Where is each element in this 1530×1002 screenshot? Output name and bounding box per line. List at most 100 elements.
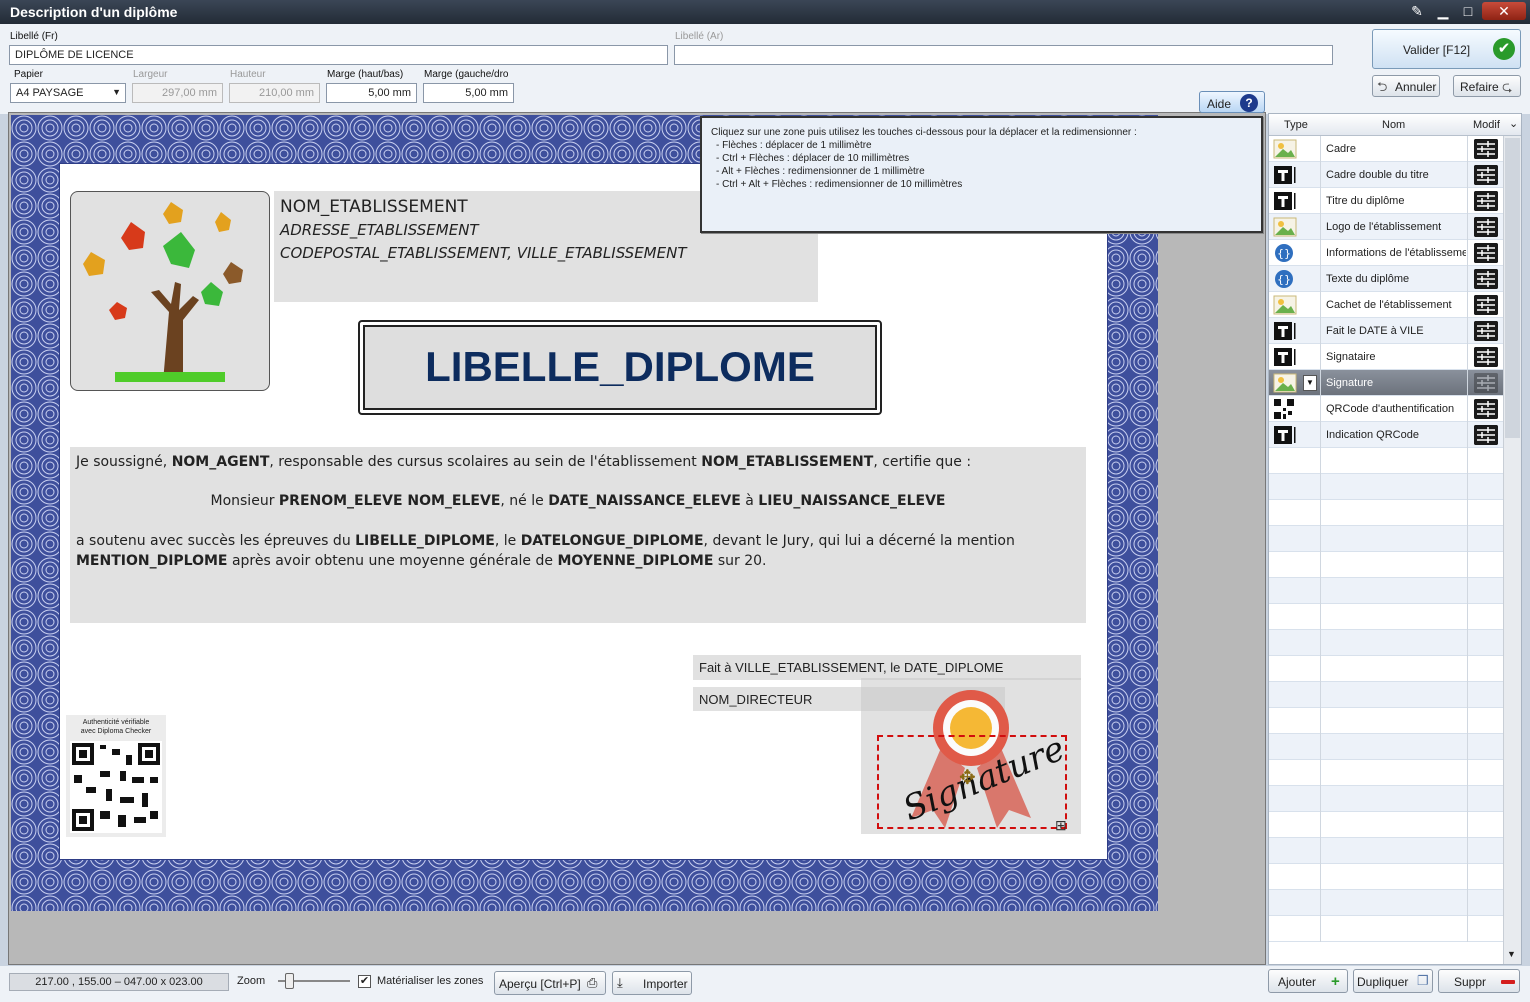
design-canvas[interactable]: NOM_ETABLISSEMENT ADRESSE_ETABLISSEMENT … [8, 112, 1266, 965]
list-item[interactable] [1269, 708, 1503, 734]
image-type-icon [1273, 217, 1297, 237]
list-item[interactable] [1269, 526, 1503, 552]
list-item[interactable]: {} Informations de l'établissemen [1269, 240, 1503, 266]
diploma-text-zone[interactable]: Je soussigné, NOM_AGENT, responsable des… [70, 447, 1086, 623]
qr-type-icon [1273, 399, 1297, 419]
add-button[interactable]: Ajouter + [1268, 969, 1348, 993]
zoom-slider-thumb[interactable] [285, 973, 294, 989]
list-item[interactable] [1269, 630, 1503, 656]
modif-cell [1467, 604, 1503, 630]
margin-h-input[interactable]: 5,00 mm [423, 83, 514, 103]
settings-sliders-icon[interactable] [1474, 321, 1498, 341]
list-item[interactable] [1269, 448, 1503, 474]
import-button[interactable]: ⤓ Importer [612, 971, 692, 995]
minimize-button[interactable]: ▁ [1430, 2, 1456, 20]
qr-zone[interactable]: Authenticité vérifiable avec Diploma Chec… [66, 715, 166, 837]
diploma-frame[interactable]: NOM_ETABLISSEMENT ADRESSE_ETABLISSEMENT … [11, 115, 1158, 911]
date-place-zone[interactable]: Fait à VILLE_ETABLISSEMENT, le DATE_DIPL… [693, 655, 1081, 680]
height-input[interactable]: 210,00 mm [229, 83, 320, 103]
list-item[interactable]: QRCode d'authentification [1269, 396, 1503, 422]
list-item[interactable] [1269, 760, 1503, 786]
list-item[interactable] [1269, 500, 1503, 526]
settings-sliders-icon[interactable] [1474, 269, 1498, 289]
list-item[interactable]: Cadre [1269, 136, 1503, 162]
width-input[interactable]: 297,00 mm [132, 83, 223, 103]
list-item[interactable] [1269, 838, 1503, 864]
close-button[interactable]: ✕ [1482, 2, 1526, 20]
list-item[interactable]: ▼ Signature [1269, 370, 1503, 396]
brush-icon[interactable]: ✎ [1404, 2, 1430, 20]
settings-sliders-icon[interactable] [1474, 191, 1498, 211]
list-item[interactable] [1269, 916, 1503, 942]
show-zones-checkbox[interactable]: ✔ [358, 975, 371, 988]
margin-v-input[interactable]: 5,00 mm [326, 83, 417, 103]
list-item[interactable] [1269, 656, 1503, 682]
list-item[interactable]: Signataire [1269, 344, 1503, 370]
duplicate-button[interactable]: Dupliquer ❐ [1353, 969, 1433, 993]
settings-sliders-icon[interactable] [1474, 347, 1498, 367]
modif-cell [1467, 136, 1503, 162]
show-zones-label: Matérialiser les zones [377, 975, 484, 987]
cancel-button[interactable]: ⮌ Annuler [1372, 75, 1440, 97]
list-item[interactable] [1269, 578, 1503, 604]
list-item[interactable] [1269, 474, 1503, 500]
label-ar-input[interactable] [674, 45, 1333, 65]
list-item[interactable] [1269, 812, 1503, 838]
paper-select[interactable]: A4 PAYSAGE ▼ [10, 83, 126, 103]
title-zone[interactable]: LIBELLE_DIPLOME [363, 325, 877, 410]
settings-sliders-icon[interactable] [1474, 399, 1498, 419]
zoom-slider[interactable] [278, 973, 350, 989]
list-item[interactable]: Fait le DATE à VILE [1269, 318, 1503, 344]
modif-cell [1467, 162, 1503, 188]
list-item[interactable] [1269, 864, 1503, 890]
school-city: CODEPOSTAL_ETABLISSEMENT, VILLE_ETABLISS… [280, 244, 687, 262]
list-item[interactable] [1269, 786, 1503, 812]
logo-zone[interactable] [70, 191, 270, 391]
check-icon: ✔ [1493, 38, 1515, 60]
list-item[interactable]: Cadre double du titre [1269, 162, 1503, 188]
scrollbar[interactable]: ▼ [1503, 136, 1521, 964]
list-item[interactable]: {} Texte du diplôme [1269, 266, 1503, 292]
list-item[interactable] [1269, 682, 1503, 708]
scrollbar-thumb[interactable] [1505, 138, 1520, 438]
image-type-icon [1273, 139, 1297, 159]
settings-sliders-icon[interactable] [1474, 139, 1498, 159]
settings-sliders-icon[interactable] [1474, 425, 1498, 445]
modif-cell [1467, 656, 1503, 682]
preview-button[interactable]: Aperçu [Ctrl+P] ⎙ [494, 971, 606, 995]
settings-sliders-icon[interactable] [1474, 165, 1498, 185]
delete-button[interactable]: Suppr [1438, 969, 1520, 993]
list-item[interactable]: Cachet de l'établissement [1269, 292, 1503, 318]
signature-zone[interactable]: Signature ✥ ⊞ [877, 729, 1070, 833]
settings-sliders-icon[interactable] [1474, 243, 1498, 263]
list-item[interactable] [1269, 890, 1503, 916]
redo-button[interactable]: Refaire ⮎ [1453, 75, 1521, 97]
type-cell [1269, 474, 1321, 500]
list-item[interactable]: Logo de l'établissement [1269, 214, 1503, 240]
title-double-frame[interactable]: LIBELLE_DIPLOME [358, 320, 882, 415]
text-type-icon [1273, 347, 1297, 367]
chevron-down-icon[interactable]: ⌄ [1509, 117, 1518, 130]
list-item[interactable]: Indication QRCode [1269, 422, 1503, 448]
zones-list[interactable]: Type Nom Modif ⌄ Cadre Cadre double du ti… [1268, 113, 1522, 965]
modif-cell [1467, 500, 1503, 526]
list-item[interactable] [1269, 552, 1503, 578]
list-item[interactable] [1269, 604, 1503, 630]
signature-text: Signature [897, 728, 1071, 830]
scroll-down-icon[interactable]: ▼ [1507, 949, 1516, 959]
label-fr-input[interactable]: DIPLÔME DE LICENCE [9, 45, 668, 65]
row-dropdown-icon[interactable]: ▼ [1303, 375, 1317, 391]
list-item[interactable]: Titre du diplôme [1269, 188, 1503, 214]
settings-sliders-icon[interactable] [1474, 295, 1498, 315]
resize-handle-icon[interactable]: ⊞ [1055, 817, 1067, 834]
validate-button[interactable]: Valider [F12] ✔ [1372, 29, 1521, 69]
settings-sliders-icon[interactable] [1474, 373, 1498, 393]
settings-sliders-icon[interactable] [1474, 217, 1498, 237]
maximize-button[interactable]: □ [1455, 2, 1481, 20]
type-cell [1269, 500, 1321, 526]
list-item[interactable] [1269, 734, 1503, 760]
school-address: ADRESSE_ETABLISSEMENT [280, 221, 479, 239]
chevron-down-icon: ▼ [112, 87, 121, 97]
type-cell [1269, 786, 1321, 812]
help-button[interactable]: Aide ? [1199, 91, 1265, 113]
